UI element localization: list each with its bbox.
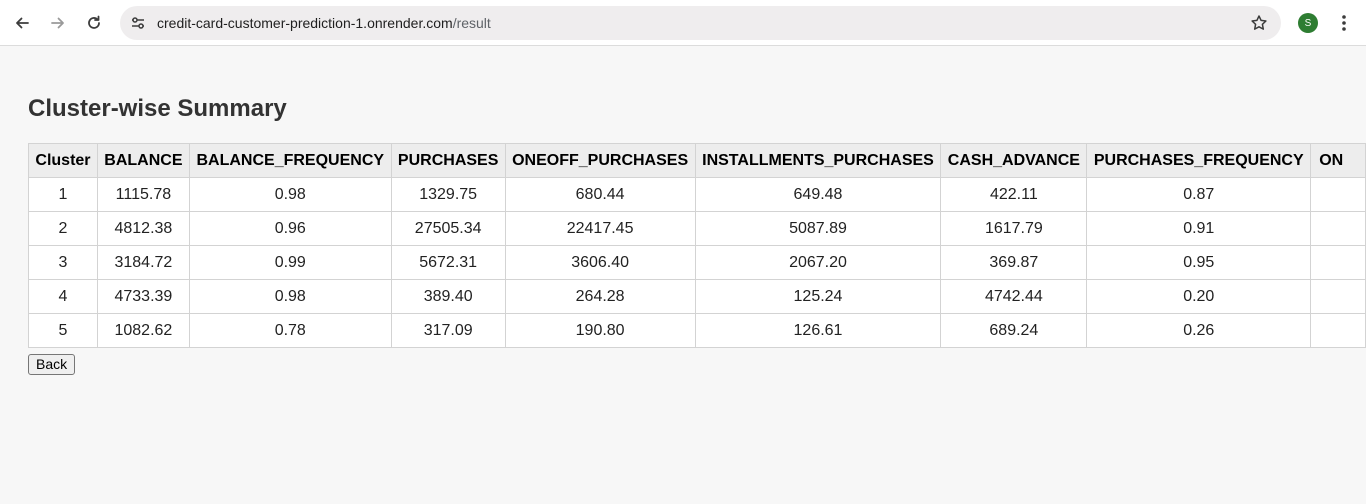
column-header-purchases: PURCHASES xyxy=(390,143,506,178)
table-cell: 1617.79 xyxy=(940,211,1088,246)
table-cell: 3606.40 xyxy=(504,245,696,280)
table-cell: 4742.44 xyxy=(940,279,1088,314)
table-cell: 3 xyxy=(28,245,98,280)
table-cell: 190.80 xyxy=(504,313,696,348)
table-cell: 1082.62 xyxy=(96,313,190,348)
kebab-menu-icon[interactable] xyxy=(1332,11,1356,35)
table-cell: 1 xyxy=(28,177,98,212)
table-row: 4 4733.39 0.98 389.40 264.28 125.24 4742… xyxy=(28,279,1366,314)
table-cell: 5672.31 xyxy=(390,245,506,280)
table-row: 5 1082.62 0.78 317.09 190.80 126.61 689.… xyxy=(28,313,1366,348)
table-cell: 0.95 xyxy=(1086,245,1312,280)
table-cell: 27505.34 xyxy=(390,211,506,246)
table-cell: 689.24 xyxy=(940,313,1088,348)
table-cell: 264.28 xyxy=(504,279,696,314)
url-host: credit-card-customer-prediction-1.onrend… xyxy=(157,15,453,31)
table-cell: 0.99 xyxy=(188,245,392,280)
table-cell: 4733.39 xyxy=(96,279,190,314)
table-cell: 0.87 xyxy=(1086,177,1312,212)
table-cell xyxy=(1310,177,1366,212)
browser-toolbar: credit-card-customer-prediction-1.onrend… xyxy=(0,0,1366,46)
table-cell: 5087.89 xyxy=(694,211,942,246)
avatar[interactable]: S xyxy=(1298,13,1318,33)
column-header-balance-frequency: BALANCE_FREQUENCY xyxy=(188,143,392,178)
table-cell: 125.24 xyxy=(694,279,942,314)
table-cell: 317.09 xyxy=(390,313,506,348)
table-cell: 389.40 xyxy=(390,279,506,314)
table-cell: 0.96 xyxy=(188,211,392,246)
column-header-truncated: ON xyxy=(1310,143,1366,178)
column-header-purchases-frequency: PURCHASES_FREQUENCY xyxy=(1086,143,1312,178)
table-cell: 680.44 xyxy=(504,177,696,212)
table-cell: 369.87 xyxy=(940,245,1088,280)
table-cell: 3184.72 xyxy=(96,245,190,280)
url-path: /result xyxy=(452,15,491,31)
table-row: 3 3184.72 0.99 5672.31 3606.40 2067.20 3… xyxy=(28,245,1366,280)
url-text[interactable]: credit-card-customer-prediction-1.onrend… xyxy=(157,15,491,31)
table-cell xyxy=(1310,279,1366,314)
table-cell: 126.61 xyxy=(694,313,942,348)
table-cell: 2067.20 xyxy=(694,245,942,280)
table-cell: 0.98 xyxy=(188,177,392,212)
table-cell: 0.91 xyxy=(1086,211,1312,246)
column-header-cluster: Cluster xyxy=(28,143,98,178)
table-header-row: Cluster BALANCE BALANCE_FREQUENCY PURCHA… xyxy=(28,143,1366,178)
table-cell xyxy=(1310,245,1366,280)
page-title: Cluster-wise Summary xyxy=(28,95,287,122)
back-button[interactable]: Back xyxy=(28,354,76,375)
column-header-installments-purchases: INSTALLMENTS_PURCHASES xyxy=(694,143,942,178)
star-icon[interactable] xyxy=(1247,11,1271,35)
avatar-letter: S xyxy=(1304,17,1312,29)
table-cell: 2 xyxy=(28,211,98,246)
table-row: 1 1115.78 0.98 1329.75 680.44 649.48 422… xyxy=(28,177,1366,212)
table-cell: 0.20 xyxy=(1086,279,1312,314)
table-cell: 649.48 xyxy=(694,177,942,212)
tune-icon[interactable] xyxy=(126,11,150,35)
address-bar[interactable]: credit-card-customer-prediction-1.onrend… xyxy=(120,6,1281,40)
back-arrow-icon[interactable] xyxy=(7,8,37,38)
table-cell: 1115.78 xyxy=(96,177,190,212)
table-cell: 5 xyxy=(28,313,98,348)
table-scroll-area: Cluster BALANCE BALANCE_FREQUENCY PURCHA… xyxy=(28,143,1366,348)
forward-arrow-icon[interactable] xyxy=(43,8,73,38)
table-cell: 422.11 xyxy=(940,177,1088,212)
table-cell xyxy=(1310,313,1366,348)
table-cell: 22417.45 xyxy=(504,211,696,246)
table-cell xyxy=(1310,211,1366,246)
column-header-cash-advance: CASH_ADVANCE xyxy=(940,143,1088,178)
table-row: 2 4812.38 0.96 27505.34 22417.45 5087.89… xyxy=(28,211,1366,246)
column-header-oneoff-purchases: ONEOFF_PURCHASES xyxy=(504,143,696,178)
table-cell: 0.78 xyxy=(188,313,392,348)
column-header-balance: BALANCE xyxy=(96,143,190,178)
table-cell: 0.98 xyxy=(188,279,392,314)
table-cell: 4 xyxy=(28,279,98,314)
reload-icon[interactable] xyxy=(79,8,109,38)
table-cell: 0.26 xyxy=(1086,313,1312,348)
table-cell: 4812.38 xyxy=(96,211,190,246)
table-cell: 1329.75 xyxy=(390,177,506,212)
cluster-summary-table: Cluster BALANCE BALANCE_FREQUENCY PURCHA… xyxy=(28,143,1366,348)
